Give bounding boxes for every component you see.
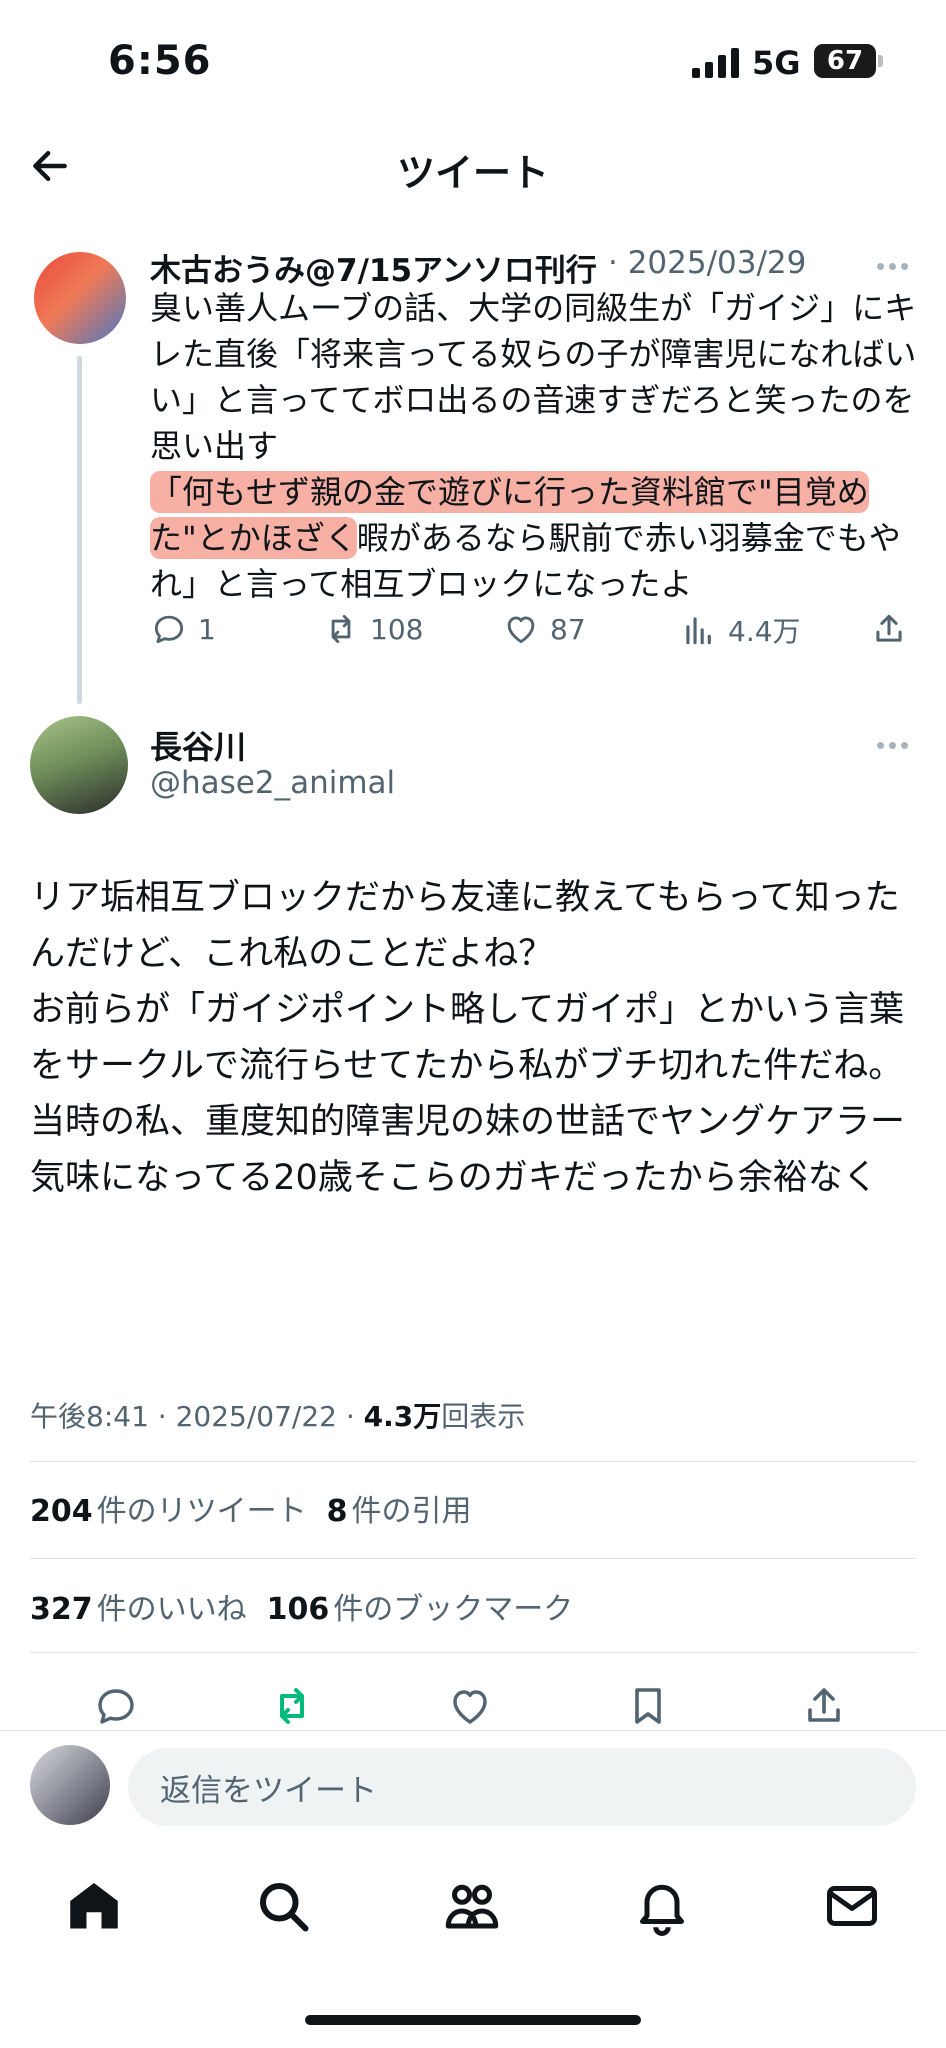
bookmarks-total: 106 xyxy=(266,1592,330,1627)
more-dots-icon[interactable] xyxy=(877,742,908,749)
home-indicator xyxy=(305,2015,641,2025)
author-name[interactable]: 長谷川 xyxy=(150,722,246,768)
like-bookmark-stats: 327 件のいいね 106 件のブックマーク xyxy=(30,1584,573,1628)
likes-label: 件のいいね xyxy=(96,1592,247,1627)
cellular-signal-icon xyxy=(692,48,739,78)
speech-bubble-icon[interactable] xyxy=(92,1682,140,1730)
reply-count: 1 xyxy=(198,612,216,646)
page-title: ツイート xyxy=(396,151,549,195)
back-button[interactable] xyxy=(26,142,74,190)
reply-input[interactable]: 返信をツイート xyxy=(128,1748,916,1826)
likes-total: 327 xyxy=(30,1592,93,1627)
views-total: 4.3万 xyxy=(363,1400,442,1433)
home-icon[interactable] xyxy=(64,1876,124,1936)
author-avatar[interactable] xyxy=(30,716,128,814)
network-type: 5G xyxy=(752,44,801,82)
battery-level: 67 xyxy=(826,46,864,76)
tweet-meta: 午後8:41 · 2025/07/22 · 4.3万回表示 xyxy=(30,1395,525,1435)
divider xyxy=(30,1558,916,1559)
bell-icon[interactable] xyxy=(632,1876,692,1936)
status-time: 6:56 xyxy=(108,38,212,84)
bookmarks-link[interactable]: 106 件のブックマーク xyxy=(267,1592,574,1627)
quoted-text-part: 臭い善人ムーブの話、大学の同級生が「ガイジ」にキレた直後「将来言ってる奴らの子が… xyxy=(150,289,917,465)
quoted-author-avatar[interactable] xyxy=(34,252,126,344)
quotes-label: 件の引用 xyxy=(351,1494,472,1529)
likes-link[interactable]: 327 件のいいね xyxy=(30,1592,247,1627)
arrow-left-icon xyxy=(33,150,67,182)
quotes-link[interactable]: 8 件の引用 xyxy=(327,1494,472,1529)
user-avatar[interactable] xyxy=(30,1745,110,1825)
divider xyxy=(30,1652,916,1653)
divider xyxy=(30,1461,916,1462)
quoted-tweet-date: · 2025/03/29 xyxy=(608,245,807,281)
views-label: 回表示 xyxy=(441,1400,526,1433)
retweet-icon xyxy=(331,614,351,644)
divider xyxy=(0,1730,946,1731)
like-button[interactable]: 87 xyxy=(502,610,586,648)
like-count: 87 xyxy=(550,612,586,646)
views-count: 4.4万 xyxy=(728,615,801,648)
views-button[interactable]: 4.4万 xyxy=(680,610,801,650)
retweet-button[interactable]: 108 xyxy=(322,610,423,648)
quoted-author-name[interactable]: 木古おうみ@7/15アンソロ刊行 xyxy=(150,245,597,290)
heart-icon xyxy=(507,616,535,644)
speech-bubble-icon xyxy=(154,615,184,644)
retweets-link[interactable]: 204 件のリツイート xyxy=(30,1494,307,1529)
search-icon[interactable] xyxy=(253,1876,313,1936)
bar-chart-icon xyxy=(686,617,711,645)
retweet-icon[interactable] xyxy=(268,1682,316,1730)
mail-icon[interactable] xyxy=(822,1876,882,1936)
retweet-count: 108 xyxy=(370,612,424,646)
bookmarks-label: 件のブックマーク xyxy=(333,1592,574,1627)
tweet-time-date: 午後8:41 · 2025/07/22 · xyxy=(30,1400,364,1433)
share-icon xyxy=(876,614,902,642)
share-button[interactable] xyxy=(870,610,908,648)
author-handle[interactable]: @hase2_animal xyxy=(150,765,395,801)
thread-line xyxy=(77,356,82,704)
bookmark-icon[interactable] xyxy=(624,1682,672,1730)
heart-icon[interactable] xyxy=(446,1682,494,1730)
quotes-total: 8 xyxy=(326,1494,348,1529)
quoted-tweet-text[interactable]: 臭い善人ムーブの話、大学の同級生が「ガイジ」にキレた直後「将来言ってる奴らの子が… xyxy=(150,285,920,607)
battery-indicator: 67 xyxy=(814,44,876,78)
battery-nub xyxy=(878,55,883,67)
more-dots-icon[interactable] xyxy=(877,263,908,270)
retweets-label: 件のリツイート xyxy=(96,1494,307,1529)
share-icon[interactable] xyxy=(800,1682,848,1730)
communities-icon[interactable] xyxy=(442,1876,502,1936)
retweet-quote-stats: 204 件のリツイート 8 件の引用 xyxy=(30,1486,472,1530)
retweets-total: 204 xyxy=(30,1494,93,1529)
reply-button[interactable]: 1 xyxy=(150,610,216,648)
tweet-text: リア垢相互ブロックだから友達に教えてもらって知ったんだけど、これ私のことだよね？… xyxy=(30,878,906,1198)
